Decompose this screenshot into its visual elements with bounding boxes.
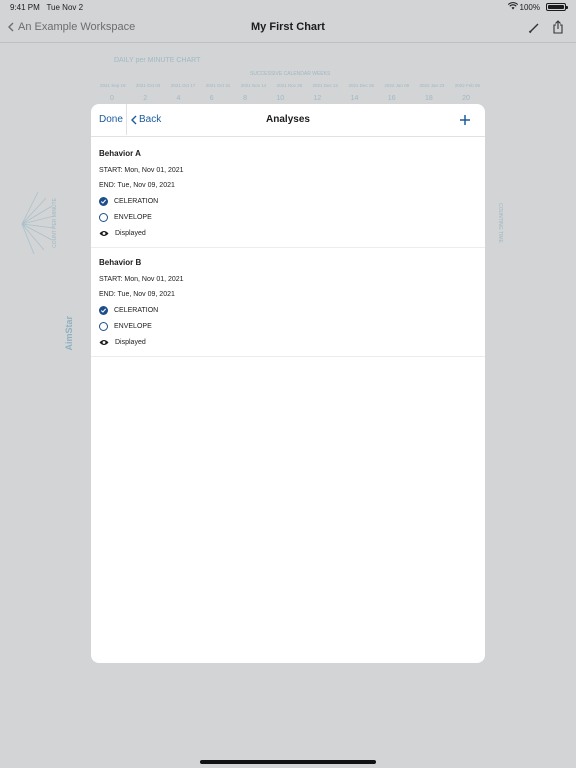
date-label: 2022 Feb 06 (454, 83, 480, 88)
eye-icon (99, 338, 109, 346)
share-icon[interactable] (552, 20, 564, 39)
chart-right-axis-label: COUNTING TIME (497, 203, 503, 243)
checkmark-circle-icon (99, 197, 108, 206)
date-label: 2021 Nov 28 (276, 83, 303, 88)
behavior-section: Behavior B START: Mon, Nov 01, 2021 END:… (91, 248, 485, 357)
analyses-modal: Done Back Analyses Behavior A START: Mon… (91, 104, 485, 663)
date-label: 2021 Dec 12 (312, 83, 339, 88)
chart-date-labels: 2021 Sep 19 2021 Oct 03 2021 Oct 17 2021… (100, 83, 480, 88)
week-number: 8 (243, 95, 247, 102)
date-label: 2021 Oct 17 (170, 83, 196, 88)
displayed-label: Displayed (115, 338, 146, 346)
checkmark-circle-icon (99, 306, 108, 315)
chart-subtitle: SUCCESSIVE CALENDAR WEEKS (250, 71, 331, 77)
home-indicator[interactable] (200, 760, 376, 764)
envelope-option[interactable]: ENVELOPE (99, 213, 477, 222)
week-number: 12 (313, 95, 322, 102)
empty-circle-icon (99, 213, 108, 222)
week-number: 14 (350, 95, 359, 102)
status-bar: 9:41 PM Tue Nov 2 100% (0, 0, 576, 14)
week-number: 2 (143, 95, 148, 102)
pencil-icon[interactable] (528, 21, 540, 39)
battery-icon (546, 3, 568, 11)
celeration-option[interactable]: CELERATION (99, 197, 477, 206)
date-label: 2021 Sep 19 (100, 83, 126, 88)
wifi-icon (507, 2, 519, 12)
celeration-label: CELERATION (114, 307, 159, 314)
displayed-label: Displayed (115, 229, 146, 237)
battery-percentage: 100% (519, 3, 540, 12)
behavior-end: END: Tue, Nov 09, 2021 (99, 182, 175, 189)
behavior-end: END: Tue, Nov 09, 2021 (99, 291, 175, 298)
date-label: 2021 Oct 31 (205, 83, 231, 88)
nav-bar: An Example Workspace My First Chart (0, 14, 576, 43)
eye-icon (99, 229, 109, 237)
date-label: 2021 Dec 26 (348, 83, 374, 88)
date-label: 2021 Oct 03 (135, 83, 161, 88)
status-time: 9:41 PM Tue Nov 2 (10, 3, 84, 12)
celeration-option[interactable]: CELERATION (99, 306, 477, 315)
chart-left-axis-label: COUNT PER MINUTE (52, 198, 58, 248)
week-number: 18 (424, 95, 433, 102)
envelope-label: ENVELOPE (114, 323, 152, 330)
displayed-toggle[interactable]: Displayed (99, 338, 477, 346)
plus-icon[interactable] (459, 113, 471, 131)
date-label: 2022 Jan 09 (384, 83, 410, 88)
behavior-start: START: Mon, Nov 01, 2021 (99, 276, 184, 283)
behavior-name: Behavior A (99, 149, 141, 158)
chart-title: DAILY per MINUTE CHART (114, 57, 201, 64)
modal-header: Done Back Analyses (91, 104, 485, 137)
displayed-toggle[interactable]: Displayed (99, 229, 477, 237)
behavior-section: Behavior A START: Mon, Nov 01, 2021 END:… (91, 137, 485, 248)
behavior-start: START: Mon, Nov 01, 2021 (99, 167, 184, 174)
week-number: 6 (209, 95, 214, 102)
week-number: 16 (387, 95, 396, 102)
week-number: 20 (462, 95, 470, 102)
envelope-option[interactable]: ENVELOPE (99, 322, 477, 331)
week-number: 4 (176, 95, 181, 102)
aimstar-logo: AimStar (64, 316, 74, 351)
behavior-name: Behavior B (99, 258, 142, 267)
celeration-label: CELERATION (114, 198, 159, 205)
chart-week-numbers: 0 2 4 6 8 10 12 14 16 18 20 (110, 95, 470, 102)
date-label: 2021 Nov 14 (240, 83, 267, 88)
week-number: 0 (110, 95, 114, 102)
empty-circle-icon (99, 322, 108, 331)
date-label: 2022 Jan 23 (419, 83, 445, 88)
week-number: 10 (276, 95, 285, 102)
page-title: My First Chart (251, 21, 325, 33)
modal-title: Analyses (266, 114, 310, 125)
envelope-label: ENVELOPE (114, 214, 152, 221)
